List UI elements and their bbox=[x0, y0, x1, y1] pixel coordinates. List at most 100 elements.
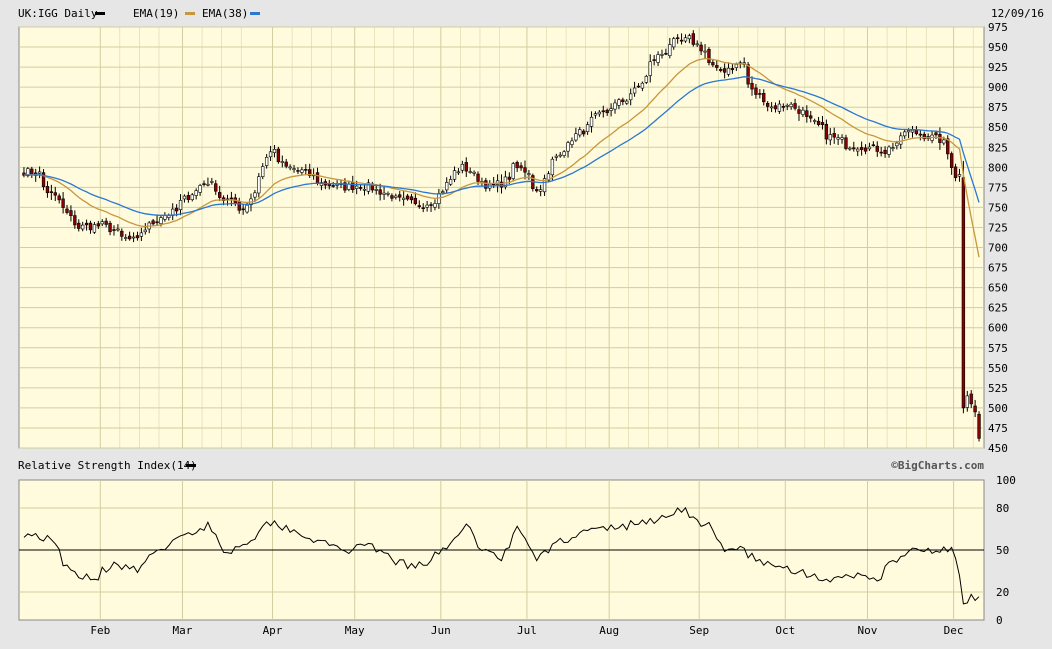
candle-body-40 bbox=[178, 200, 183, 210]
candle-body-26 bbox=[124, 237, 128, 239]
candle-body-192 bbox=[773, 105, 778, 110]
candle-body-244 bbox=[977, 413, 981, 439]
price-tick-label-550: 550 bbox=[988, 362, 1008, 375]
candle-body-18 bbox=[92, 224, 97, 233]
price-tick-label-475: 475 bbox=[988, 422, 1008, 435]
candle-body-152 bbox=[617, 99, 621, 106]
rsi-tick-label-20: 20 bbox=[996, 586, 1009, 599]
candle-body-100 bbox=[413, 197, 418, 205]
candle-body-107 bbox=[441, 191, 445, 193]
candle-body-211 bbox=[848, 147, 852, 150]
candle-body-156 bbox=[632, 87, 637, 94]
price-tick-label-450: 450 bbox=[988, 442, 1008, 455]
candle-body-47 bbox=[206, 183, 210, 186]
legend-swatch-price bbox=[95, 12, 105, 15]
price-tick-label-900: 900 bbox=[988, 81, 1008, 94]
candle-body-160 bbox=[648, 61, 652, 76]
candle-body-80 bbox=[335, 184, 339, 186]
candle-body-103 bbox=[425, 204, 429, 208]
chart-canvas: UK:IGG Daily EMA(19) EMA(38) 12/09/16 45… bbox=[18, 7, 1044, 637]
candle-body-207 bbox=[832, 133, 836, 138]
candle-body-48 bbox=[210, 181, 214, 183]
candle-body-105 bbox=[433, 203, 437, 208]
candle-body-12 bbox=[69, 210, 73, 217]
candle-body-23 bbox=[112, 229, 116, 231]
price-tick-label-875: 875 bbox=[988, 101, 1008, 114]
candle-body-14 bbox=[77, 222, 81, 229]
candle-body-215 bbox=[863, 147, 868, 152]
candle-body-145 bbox=[589, 116, 594, 127]
candle-body-30 bbox=[139, 232, 144, 237]
candle-body-195 bbox=[785, 105, 789, 107]
price-tick-label-750: 750 bbox=[988, 201, 1008, 214]
candle-body-194 bbox=[781, 106, 785, 108]
candle-body-241 bbox=[965, 395, 969, 408]
candle-body-110 bbox=[452, 170, 457, 180]
candle-body-27 bbox=[127, 235, 132, 240]
price-tick-label-700: 700 bbox=[988, 242, 1008, 255]
candle-body-141 bbox=[574, 133, 578, 141]
candle-body-164 bbox=[664, 52, 668, 55]
candle-body-10 bbox=[61, 198, 65, 208]
candle-body-125 bbox=[511, 163, 515, 179]
candle-body-96 bbox=[398, 194, 402, 198]
candle-body-59 bbox=[253, 192, 257, 198]
candle-body-198 bbox=[797, 109, 801, 114]
candle-body-91 bbox=[378, 189, 382, 195]
candle-body-35 bbox=[159, 217, 163, 224]
candle-body-49 bbox=[214, 183, 218, 192]
candle-body-175 bbox=[707, 48, 711, 63]
price-panel-background bbox=[18, 26, 985, 449]
candle-body-19 bbox=[96, 223, 100, 227]
candle-body-20 bbox=[100, 221, 104, 225]
symbol-label: UK:IGG Daily bbox=[18, 7, 98, 20]
candle-body-149 bbox=[605, 109, 609, 114]
candle-body-64 bbox=[272, 149, 277, 154]
candle-body-29 bbox=[135, 235, 140, 239]
candle-body-9 bbox=[57, 195, 61, 201]
candle-body-238 bbox=[953, 166, 958, 178]
price-panel: 450 475 500 525 550 575 600 625 650 675 700 725 750 7… bbox=[18, 21, 1008, 455]
candle-body-93 bbox=[386, 193, 390, 195]
candle-body-129 bbox=[527, 173, 531, 175]
candle-body-218 bbox=[875, 145, 879, 152]
candle-body-182 bbox=[734, 64, 739, 68]
candle-body-127 bbox=[519, 165, 523, 169]
candle-body-178 bbox=[719, 69, 723, 71]
candle-body-227 bbox=[910, 129, 915, 133]
candle-body-216 bbox=[867, 146, 872, 150]
candle-body-83 bbox=[347, 183, 351, 190]
candle-body-157 bbox=[636, 85, 641, 88]
candle-body-191 bbox=[769, 106, 774, 109]
candle-body-143 bbox=[582, 130, 586, 135]
month-label-Mar: Mar bbox=[173, 624, 193, 637]
candle-body-135 bbox=[550, 158, 555, 176]
candle-body-68 bbox=[288, 166, 292, 169]
candle-body-203 bbox=[816, 120, 821, 125]
candle-body-97 bbox=[401, 197, 406, 200]
price-tick-label-625: 625 bbox=[988, 302, 1008, 315]
candle-body-242 bbox=[969, 393, 973, 405]
candle-body-150 bbox=[609, 108, 613, 111]
month-label-Oct: Oct bbox=[775, 624, 795, 637]
candle-body-45 bbox=[198, 185, 202, 193]
candle-body-34 bbox=[155, 221, 159, 224]
candle-body-28 bbox=[131, 236, 136, 239]
candle-body-210 bbox=[844, 137, 848, 149]
candle-body-114 bbox=[468, 171, 472, 173]
price-tick-label-975: 975 bbox=[988, 21, 1008, 34]
candle-body-17 bbox=[88, 222, 93, 231]
candle-body-214 bbox=[859, 147, 864, 150]
candle-body-85 bbox=[355, 185, 359, 189]
candle-body-220 bbox=[883, 149, 887, 154]
candle-body-168 bbox=[679, 39, 684, 42]
price-tick-label-500: 500 bbox=[988, 402, 1008, 415]
candle-body-181 bbox=[730, 68, 735, 71]
candle-body-189 bbox=[762, 92, 766, 103]
candle-body-208 bbox=[836, 137, 840, 140]
candle-body-8 bbox=[53, 192, 57, 196]
candle-body-126 bbox=[515, 162, 519, 169]
rsi-legend-swatch bbox=[186, 464, 196, 467]
candle-body-116 bbox=[476, 173, 480, 182]
price-tick-label-525: 525 bbox=[988, 382, 1008, 395]
